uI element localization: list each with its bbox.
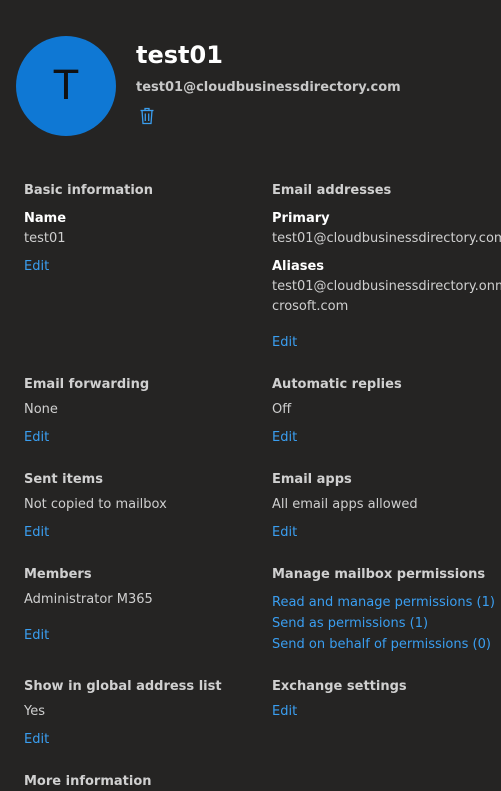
- sent-items-value: Not copied to mailbox: [24, 497, 167, 512]
- global-address-list-value: Yes: [24, 704, 45, 719]
- members-heading: Members: [24, 567, 92, 582]
- basic-info-edit-link[interactable]: Edit: [24, 258, 49, 276]
- sent-items-heading: Sent items: [24, 472, 103, 487]
- basic-info-heading: Basic information: [24, 183, 153, 198]
- email-forwarding-value: None: [24, 402, 58, 417]
- name-value: test01: [24, 231, 66, 246]
- email-addresses-heading: Email addresses: [272, 183, 392, 198]
- primary-email-value: test01@cloudbusinessdirectory.com: [272, 231, 501, 246]
- email-apps-heading: Email apps: [272, 472, 352, 487]
- sent-items-edit-link[interactable]: Edit: [24, 524, 49, 542]
- email-forwarding-heading: Email forwarding: [24, 377, 150, 392]
- email-addresses-edit-link[interactable]: Edit: [272, 334, 297, 352]
- email-apps-edit-link[interactable]: Edit: [272, 524, 297, 542]
- mailbox-permissions-heading: Manage mailbox permissions: [272, 567, 486, 582]
- user-email: test01@cloudbusinessdirectory.com: [136, 80, 401, 95]
- mailbox-details-panel: T test01 test01@cloudbusinessdirectory.c…: [0, 0, 501, 791]
- name-label: Name: [24, 211, 67, 226]
- avatar: T: [16, 36, 116, 136]
- email-apps-value: All email apps allowed: [272, 497, 418, 512]
- send-as-permissions-link[interactable]: Send as permissions (1): [272, 615, 428, 633]
- alias-value-line1: test01@cloudbusinessdirectory.onmi: [272, 279, 501, 294]
- trash-icon[interactable]: [139, 107, 155, 125]
- automatic-replies-value: Off: [272, 402, 292, 417]
- aliases-label: Aliases: [272, 259, 325, 274]
- exchange-settings-heading: Exchange settings: [272, 679, 407, 694]
- avatar-initial: T: [53, 63, 79, 109]
- primary-label: Primary: [272, 211, 330, 226]
- read-manage-permissions-link[interactable]: Read and manage permissions (1): [272, 594, 495, 612]
- more-information-heading: More information: [24, 774, 152, 789]
- page-title: test01: [136, 41, 223, 69]
- send-on-behalf-permissions-link[interactable]: Send on behalf of permissions (0): [272, 636, 491, 654]
- automatic-replies-edit-link[interactable]: Edit: [272, 429, 297, 447]
- exchange-settings-edit-link[interactable]: Edit: [272, 703, 297, 721]
- members-value: Administrator M365: [24, 592, 153, 607]
- alias-value-line2: crosoft.com: [272, 299, 349, 314]
- email-forwarding-edit-link[interactable]: Edit: [24, 429, 49, 447]
- members-edit-link[interactable]: Edit: [24, 627, 49, 645]
- global-address-list-edit-link[interactable]: Edit: [24, 731, 49, 749]
- automatic-replies-heading: Automatic replies: [272, 377, 402, 392]
- global-address-list-heading: Show in global address list: [24, 679, 222, 694]
